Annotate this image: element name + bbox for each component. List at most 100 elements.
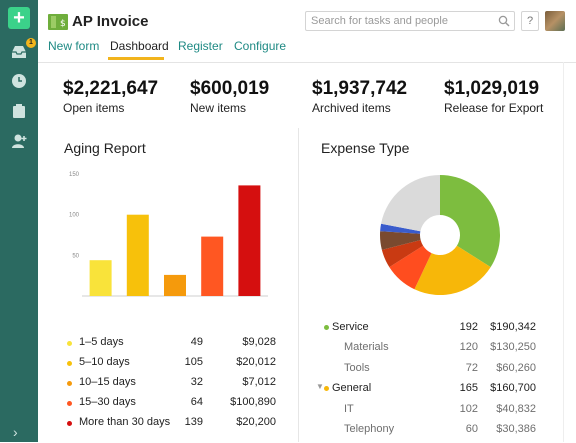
legend-count: 32 — [190, 376, 203, 388]
legend-amount: $7,012 — [242, 376, 276, 388]
stat-archived-items: $1,937,742 Archived items — [312, 78, 407, 115]
tab-new-form[interactable]: New form — [48, 39, 99, 53]
stat-label: Release for Export — [444, 101, 544, 115]
search-input[interactable] — [311, 14, 491, 28]
help-button[interactable]: ? — [521, 11, 539, 31]
expense-count: 120 — [459, 341, 478, 354]
expense-amount: $60,260 — [496, 361, 536, 374]
expense-amount: $30,386 — [496, 423, 536, 435]
legend-count: 105 — [184, 356, 203, 368]
expense-name: Materials — [344, 341, 389, 354]
expense-count: 72 — [465, 361, 478, 374]
app-title: AP Invoice — [72, 13, 149, 30]
expense-sub-row: Telephony 60 $30,386 — [316, 423, 540, 443]
svg-text:$: $ — [60, 19, 66, 29]
tab-dashboard[interactable]: Dashboard — [110, 39, 169, 53]
stat-label: Open items — [63, 101, 125, 115]
legend-amount: $20,012 — [236, 356, 276, 368]
search-icon[interactable] — [498, 15, 510, 27]
legend-dot — [67, 341, 72, 346]
expense-type-title: Expense Type — [321, 140, 410, 156]
clipboard-icon[interactable] — [10, 102, 28, 120]
right-border — [563, 62, 564, 442]
expense-amount: $40,832 — [496, 402, 536, 415]
aging-legend-row: 5–10 days 105 $20,012 — [64, 356, 280, 376]
legend-label: 15–30 days — [79, 396, 136, 408]
inbox-icon[interactable] — [10, 43, 28, 61]
legend-amount: $9,028 — [242, 336, 276, 348]
legend-label: 10–15 days — [79, 376, 136, 388]
expense-sub-row: Tools 72 $60,260 — [316, 362, 540, 382]
expense-name: Service — [332, 321, 369, 333]
stat-open-items: $2,221,647 Open items — [63, 78, 158, 115]
legend-count: 49 — [190, 336, 203, 348]
aging-bar-chart: 50 100 150 — [69, 172, 268, 297]
legend-dot — [67, 401, 72, 406]
stat-label: Archived items — [312, 101, 391, 115]
stat-label: New items — [190, 101, 247, 115]
legend-count: 139 — [184, 416, 203, 428]
expense-count: 60 — [465, 423, 478, 435]
tab-register[interactable]: Register — [178, 39, 223, 53]
clock-icon[interactable] — [10, 72, 28, 90]
expense-amount: $190,342 — [490, 321, 536, 333]
invoice-app-icon: $ — [48, 14, 68, 30]
header-divider — [38, 62, 576, 63]
panel-divider — [298, 128, 299, 442]
aging-legend-row: 1–5 days 49 $9,028 — [64, 336, 280, 356]
stat-value: $1,937,742 — [312, 78, 408, 99]
stat-value: $2,221,647 — [63, 78, 159, 99]
stat-value: $600,019 — [190, 78, 270, 99]
stat-new-items: $600,019 New items — [190, 78, 269, 115]
expense-amount: $160,700 — [490, 382, 536, 395]
aging-legend-row: 10–15 days 32 $7,012 — [64, 376, 280, 396]
stat-value: $1,029,019 — [444, 78, 540, 99]
expense-name: General — [332, 382, 372, 395]
tab-configure[interactable]: Configure — [234, 39, 286, 53]
app-rail: + 1 › — [0, 0, 38, 442]
legend-amount: $20,200 — [236, 416, 276, 428]
active-tab-indicator — [108, 57, 164, 60]
bar-1[interactable] — [89, 260, 112, 296]
expense-group-row[interactable]: Service 192 $190,342 — [316, 321, 540, 341]
legend-dot — [67, 421, 72, 426]
expense-name: IT — [344, 402, 354, 415]
search-box[interactable] — [305, 11, 515, 31]
legend-label: More than 30 days — [79, 416, 171, 428]
expense-sub-row: IT 102 $40,832 — [316, 403, 540, 423]
legend-label: 5–10 days — [79, 356, 130, 368]
notification-badge: 1 — [26, 38, 36, 48]
aging-report-title: Aging Report — [64, 140, 146, 156]
expense-amount: $130,250 — [490, 341, 536, 354]
pie-slice-7[interactable] — [381, 175, 440, 232]
y-tick-label: 100 — [69, 213, 80, 219]
bar-3[interactable] — [164, 274, 186, 296]
bar-4[interactable] — [201, 236, 224, 296]
y-tick-label: 150 — [69, 172, 80, 178]
expense-count: 165 — [459, 382, 478, 395]
expense-count: 102 — [459, 402, 478, 415]
legend-dot — [67, 361, 72, 366]
bar-5[interactable] — [238, 185, 261, 296]
add-button[interactable]: + — [8, 7, 30, 29]
expand-rail-icon[interactable]: › — [13, 424, 18, 440]
legend-amount: $100,890 — [230, 396, 276, 408]
expense-sub-row: Materials 120 $130,250 — [316, 341, 540, 361]
bar-2[interactable] — [126, 214, 149, 296]
aging-legend-row: More than 30 days 139 $20,200 — [64, 416, 280, 436]
group-dot — [324, 386, 329, 392]
legend-label: 1–5 days — [79, 336, 124, 348]
add-user-icon[interactable] — [10, 132, 28, 150]
collapse-arrow-icon[interactable]: ▼ — [316, 382, 324, 391]
legend-count: 64 — [190, 396, 203, 408]
expense-count: 192 — [459, 321, 478, 333]
expense-name: Telephony — [344, 423, 395, 435]
legend-dot — [67, 381, 72, 386]
stat-release-for-export: $1,029,019 Release for Export — [444, 78, 543, 115]
y-tick-label: 50 — [72, 253, 79, 259]
aging-legend-row: 15–30 days 64 $100,890 — [64, 396, 280, 416]
expense-group-row[interactable]: ▼ General 165 $160,700 — [316, 382, 540, 402]
expense-donut-chart — [380, 175, 500, 295]
group-dot — [324, 325, 329, 330]
user-avatar[interactable] — [545, 11, 565, 31]
